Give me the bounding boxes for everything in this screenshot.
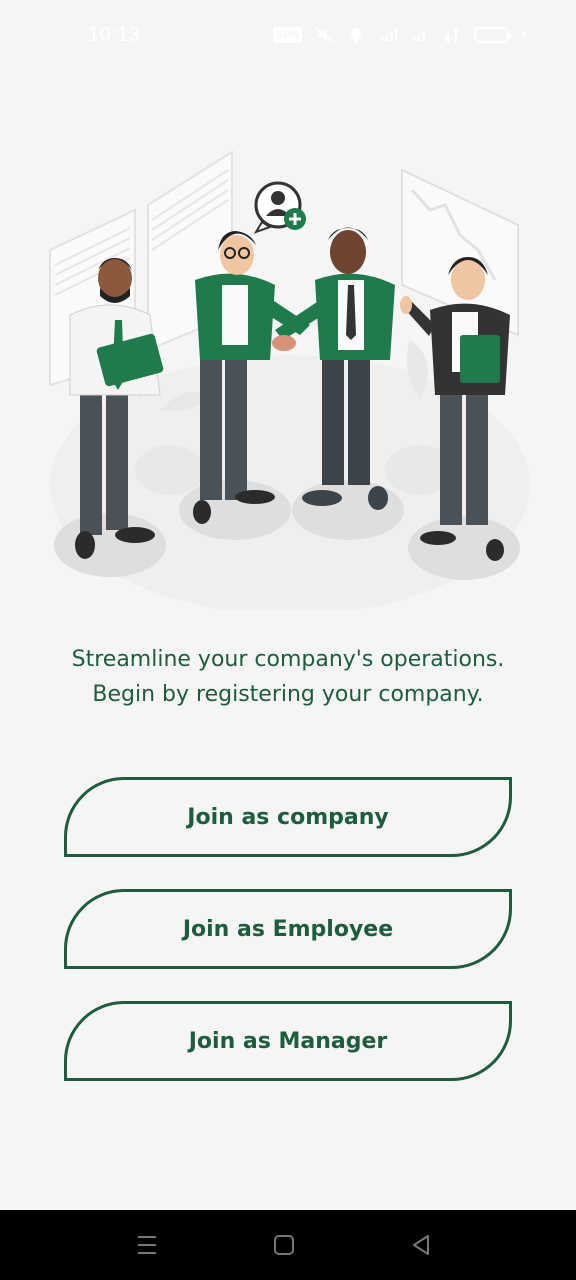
menu-icon[interactable]	[134, 1232, 160, 1258]
status-bar: 10:13 VPN	[0, 0, 576, 72]
charging-icon	[521, 30, 527, 40]
tagline-line-1: Streamline your company's operations.	[71, 647, 505, 672]
signal-icon	[380, 29, 397, 41]
join-as-manager-label: Join as Manager	[188, 1028, 388, 1054]
team-handshake-illustration	[49, 150, 530, 610]
back-icon[interactable]	[408, 1232, 434, 1258]
signal-icon	[412, 32, 425, 41]
join-as-employee-label: Join as Employee	[182, 916, 394, 942]
tagline-line-2: Begin by registering your company.	[92, 682, 484, 707]
mute-icon	[315, 27, 333, 43]
join-as-employee-button[interactable]: Join as Employee	[64, 889, 512, 969]
battery-icon	[474, 27, 511, 43]
join-as-company-button[interactable]: Join as company	[64, 777, 512, 857]
status-time: 10:13	[88, 24, 141, 46]
vpn-icon: VPN	[273, 27, 302, 43]
data-icon	[444, 27, 460, 43]
add-user-icon	[253, 181, 306, 234]
navigation-bar	[0, 1210, 576, 1280]
location-icon	[351, 28, 361, 42]
join-as-company-label: Join as company	[187, 804, 389, 830]
home-icon[interactable]	[271, 1232, 297, 1258]
tagline: Streamline your company's operations. Be…	[0, 642, 576, 712]
status-icons: VPN	[273, 24, 532, 46]
join-as-manager-button[interactable]: Join as Manager	[64, 1001, 512, 1081]
